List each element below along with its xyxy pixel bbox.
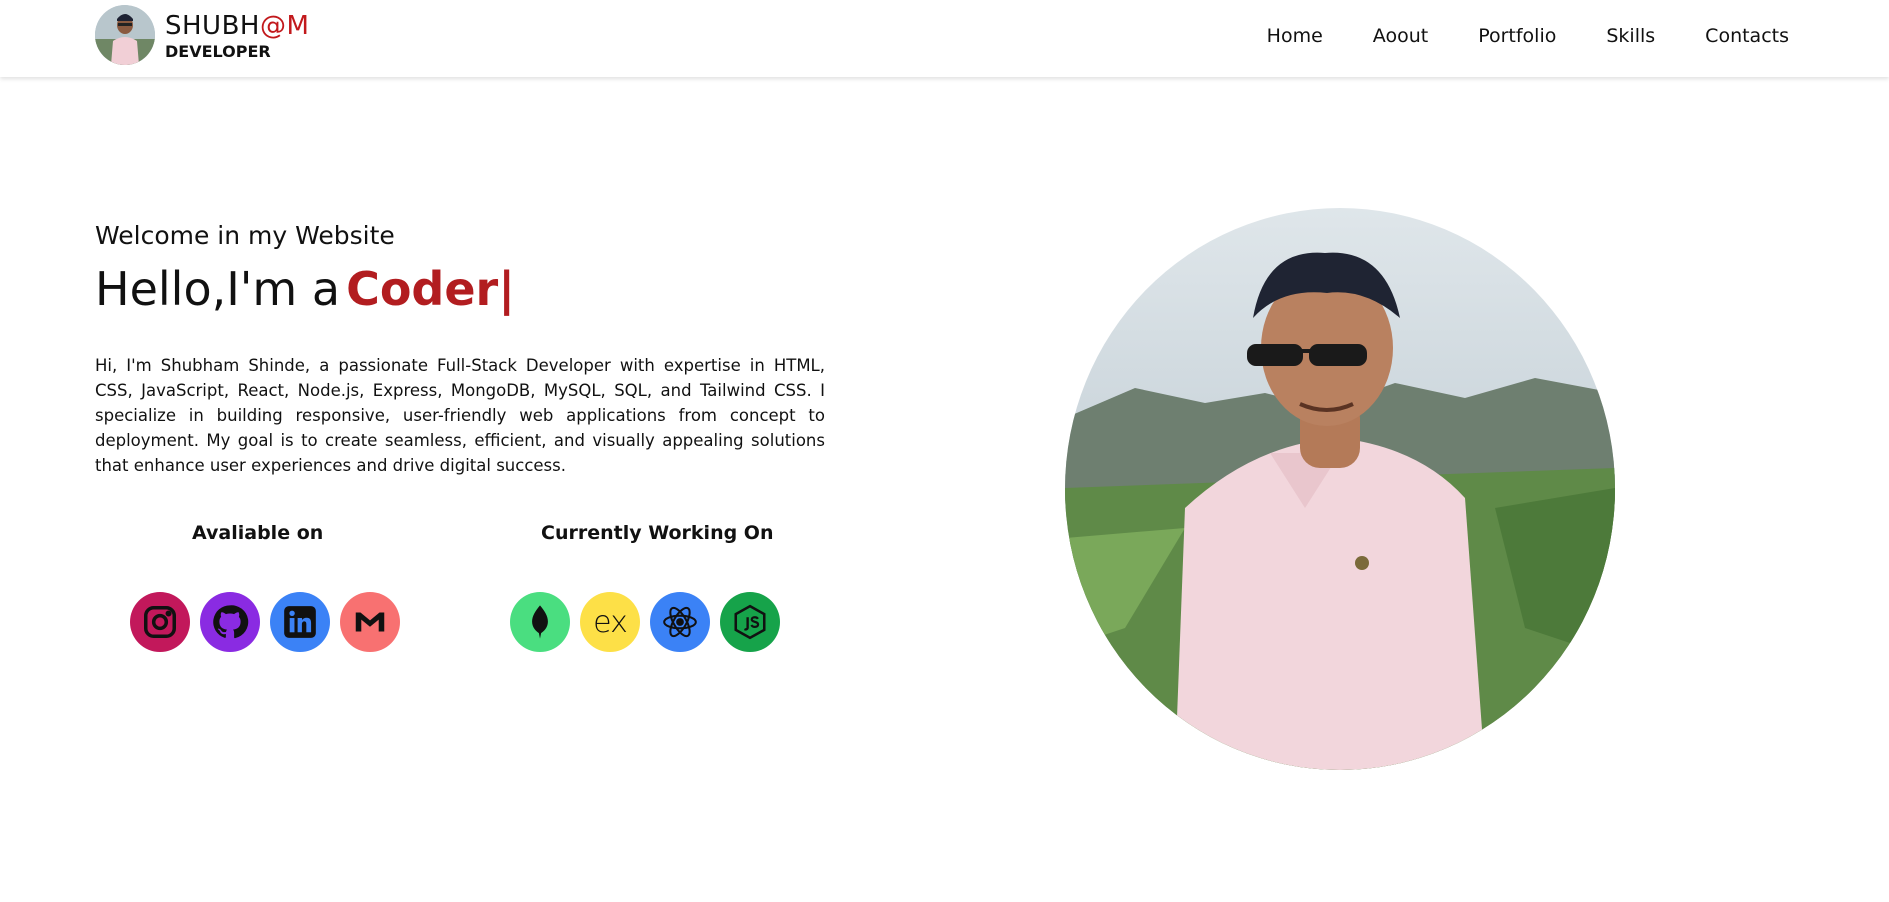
hero-role: Coder (346, 262, 499, 316)
nav-about[interactable]: Aoout (1373, 25, 1428, 47)
nav-skills[interactable]: Skills (1606, 25, 1655, 47)
tech-icons: ex (510, 592, 780, 652)
hero-heading: Hello,I'm a Coder| (95, 262, 515, 316)
react-icon[interactable] (650, 592, 710, 652)
bio-paragraph: Hi, I'm Shubham Shinde, a passionate Ful… (95, 356, 825, 475)
gmail-icon[interactable] (340, 592, 400, 652)
express-glyph: ex (593, 604, 628, 640)
typing-cursor: | (498, 262, 516, 316)
instagram-icon[interactable] (130, 592, 190, 652)
brand-name: SHUBH@M (165, 9, 309, 43)
github-icon[interactable] (200, 592, 260, 652)
social-icons (130, 592, 400, 652)
main-nav: Home Aoout Portfolio Skills Contacts (1267, 25, 1789, 47)
avatar (95, 5, 155, 65)
profile-photo (1065, 208, 1615, 770)
nav-contacts[interactable]: Contacts (1705, 25, 1789, 47)
linkedin-icon[interactable] (270, 592, 330, 652)
express-icon[interactable]: ex (580, 592, 640, 652)
brand-name-accent: @M (259, 11, 310, 41)
hero-greeting: Hello,I'm a (95, 262, 341, 316)
available-title: Avaliable on (192, 522, 324, 544)
brand[interactable]: SHUBH@M DEVELOPER (95, 5, 309, 65)
nav-home[interactable]: Home (1267, 25, 1323, 47)
site-header: SHUBH@M DEVELOPER Home Aoout Portfolio S… (0, 0, 1889, 77)
brand-subtitle: DEVELOPER (165, 42, 271, 61)
working-title: Currently Working On (541, 522, 774, 544)
brand-name-main: SHUBH (165, 11, 260, 41)
mongodb-icon[interactable] (510, 592, 570, 652)
nav-portfolio[interactable]: Portfolio (1478, 25, 1556, 47)
welcome-text: Welcome in my Website (95, 221, 395, 250)
nodejs-icon[interactable] (720, 592, 780, 652)
brand-text: SHUBH@M DEVELOPER (165, 9, 309, 61)
